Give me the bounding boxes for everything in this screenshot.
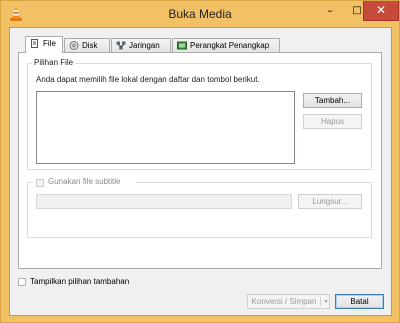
dialog-body: File Disk Jaringan Perangkat Penangkap P… (9, 27, 392, 316)
convert-save-label: Konversi / Simpan (251, 297, 317, 306)
tab-file[interactable]: File (25, 36, 63, 53)
use-subtitle-label: Gunakan file subtitle (48, 177, 121, 186)
tab-label: Disk (82, 41, 98, 50)
minimize-button[interactable]: – (317, 1, 343, 21)
subtitle-group (27, 182, 372, 238)
tab-label: Perangkat Penangkap (190, 41, 270, 50)
chevron-down-icon[interactable]: ▾ (322, 296, 330, 307)
convert-save-button[interactable]: Konversi / Simpan ▾ (247, 294, 330, 309)
tab-label: File (43, 39, 56, 48)
open-media-window: Buka Media – □ ✕ File Disk Jaringan Pera… (0, 0, 400, 323)
file-selection-hint: Anda dapat memilih file lokal dengan daf… (36, 75, 260, 84)
file-icon (30, 39, 40, 49)
file-selection-label: Pilihan File (32, 58, 76, 67)
close-button[interactable]: ✕ (363, 1, 399, 21)
subtitle-path-field[interactable] (36, 194, 292, 209)
add-file-button[interactable]: Tambah... (303, 93, 362, 108)
show-more-options-label: Tampilkan pilihan tambahan (30, 277, 130, 286)
browse-subtitle-button[interactable]: Lungsur... (298, 194, 362, 209)
network-icon (116, 41, 126, 50)
split-divider (320, 297, 321, 306)
remove-file-button[interactable]: Hapus (303, 114, 362, 129)
disc-icon (69, 41, 79, 51)
tab-disk[interactable]: Disk (64, 38, 110, 52)
cancel-button[interactable]: Batal (335, 294, 384, 309)
title-bar[interactable]: Buka Media – □ ✕ (1, 1, 399, 27)
capture-device-icon (177, 41, 187, 50)
file-list[interactable] (36, 91, 295, 164)
file-tab-panel: Pilihan File Anda dapat memilih file lok… (18, 52, 382, 269)
use-subtitle-checkbox[interactable] (36, 179, 44, 187)
show-more-options-checkbox[interactable] (18, 278, 26, 286)
tab-label: Jaringan (129, 41, 160, 50)
tab-network[interactable]: Jaringan (111, 38, 171, 52)
tab-capture-device[interactable]: Perangkat Penangkap (172, 38, 280, 52)
